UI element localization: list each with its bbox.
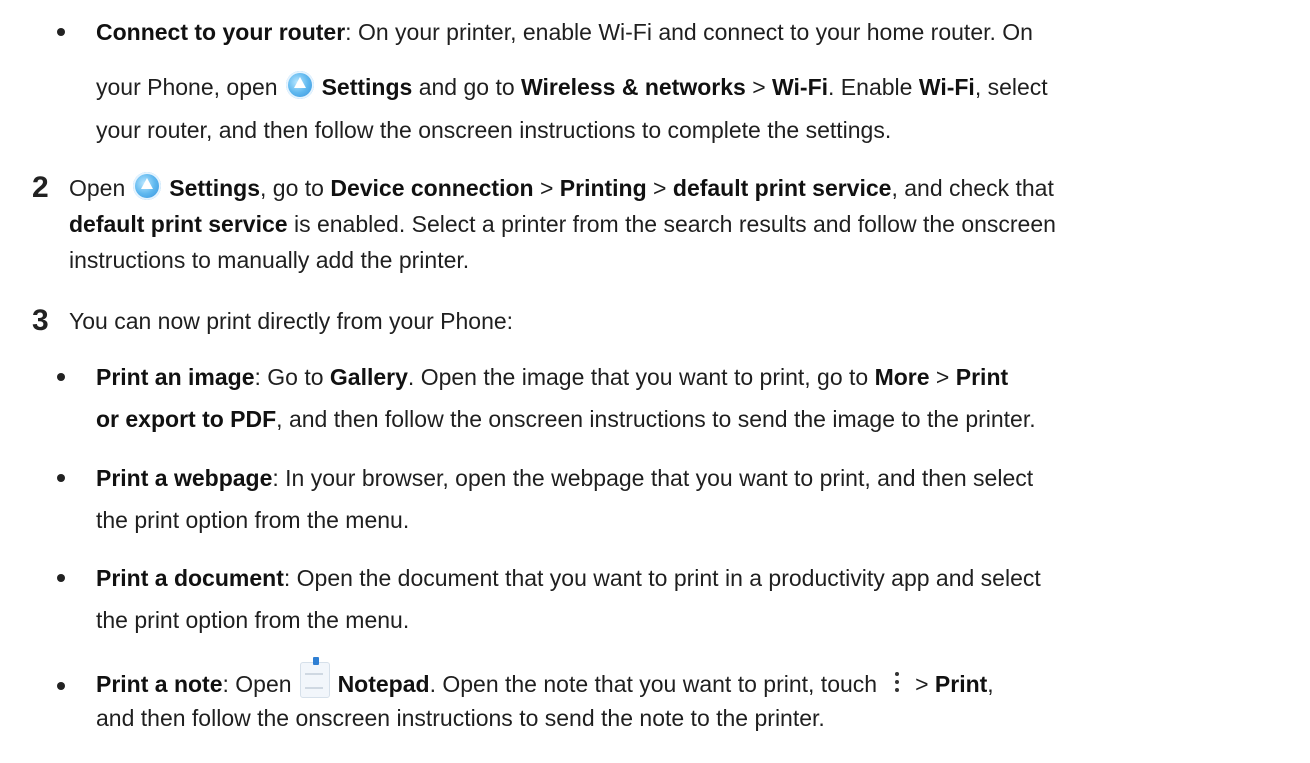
paragraph-print-webpage: Print a webpage: In your browser, open t… (96, 460, 1296, 538)
text: your Phone, open (96, 74, 278, 100)
text: > (915, 671, 935, 697)
text: > (533, 175, 560, 201)
paragraph-print-document: Print a document: Open the document that… (96, 560, 1296, 638)
text: : Open the document that you want to pri… (283, 565, 1041, 591)
text: , go to (260, 175, 331, 201)
settings-label: Settings (321, 74, 413, 100)
text: the print option from the menu. (96, 607, 410, 633)
wifi-label: Wi-Fi (772, 74, 829, 100)
text: the print option from the menu. (96, 507, 410, 533)
print-webpage-heading: Print a webpage (96, 465, 273, 491)
default-print-service-label: default print service (672, 175, 892, 201)
bullet (57, 574, 65, 582)
text: , and then follow the onscreen instructi… (276, 406, 1036, 432)
export-pdf-label: or export to PDF (96, 406, 277, 432)
paragraph-step-3: You can now print directly from your Pho… (69, 303, 1269, 339)
document-page: Connect to your router: On your printer,… (0, 0, 1310, 763)
bullet (57, 373, 65, 381)
gallery-label: Gallery (329, 364, 408, 390)
bullet (57, 474, 65, 482)
print-label: Print (955, 364, 1009, 390)
text: your router, and then follow the onscree… (96, 117, 892, 143)
print-label: Print (934, 671, 988, 697)
settings-label: Settings (169, 175, 260, 201)
text: , (987, 671, 994, 697)
text: instructions to manually add the printer… (69, 247, 470, 273)
text: and go to (412, 74, 522, 100)
printing-label: Printing (559, 175, 647, 201)
print-document-heading: Print a document (96, 565, 284, 591)
text: Open (69, 175, 126, 201)
text: . Enable (828, 74, 919, 100)
wifi-label: Wi-Fi (918, 74, 975, 100)
text: . Open the image that you want to print,… (407, 364, 875, 390)
bullet (57, 28, 65, 36)
connect-router-heading: Connect to your router (96, 19, 346, 45)
paragraph-print-note: Print a note: Open Notepad. Open the note… (96, 657, 1296, 736)
step-number: 2 (32, 171, 49, 204)
text: > (929, 364, 956, 390)
text: , and check that (891, 175, 1054, 201)
text: : In your browser, open the webpage that… (272, 465, 1034, 491)
print-image-heading: Print an image (96, 364, 255, 390)
default-print-service-label: default print service (69, 211, 288, 237)
text: and then follow the onscreen instruction… (96, 705, 825, 731)
notepad-label: Notepad (337, 671, 430, 697)
wireless-networks-label: Wireless & networks (521, 74, 746, 100)
device-connection-label: Device connection (330, 175, 534, 201)
print-note-heading: Print a note (96, 671, 223, 697)
notepad-icon (299, 657, 330, 698)
text: is enabled. Select a printer from the se… (287, 211, 1056, 237)
settings-icon (285, 71, 314, 99)
text: : Go to (254, 364, 330, 390)
paragraph-step-2: Open Settings, go to Device connection > … (69, 166, 1299, 278)
bullet (57, 682, 65, 690)
text: . Open the note that you want to print, … (429, 671, 878, 697)
text: > (745, 74, 773, 100)
text: You can now print directly from your Pho… (69, 308, 514, 334)
paragraph-print-image: Print an image: Go to Gallery. Open the … (96, 359, 1296, 437)
text: : On your printer, enable Wi-Fi and conn… (345, 19, 1033, 45)
settings-icon (133, 172, 162, 200)
text: : Open (222, 671, 292, 697)
text: > (646, 175, 673, 201)
more-label: More (874, 364, 930, 390)
paragraph-connect-router: Connect to your router: On your printer,… (96, 14, 1296, 148)
step-number: 3 (32, 304, 49, 337)
text: , select (974, 74, 1048, 100)
more-vertical-icon (889, 670, 905, 696)
